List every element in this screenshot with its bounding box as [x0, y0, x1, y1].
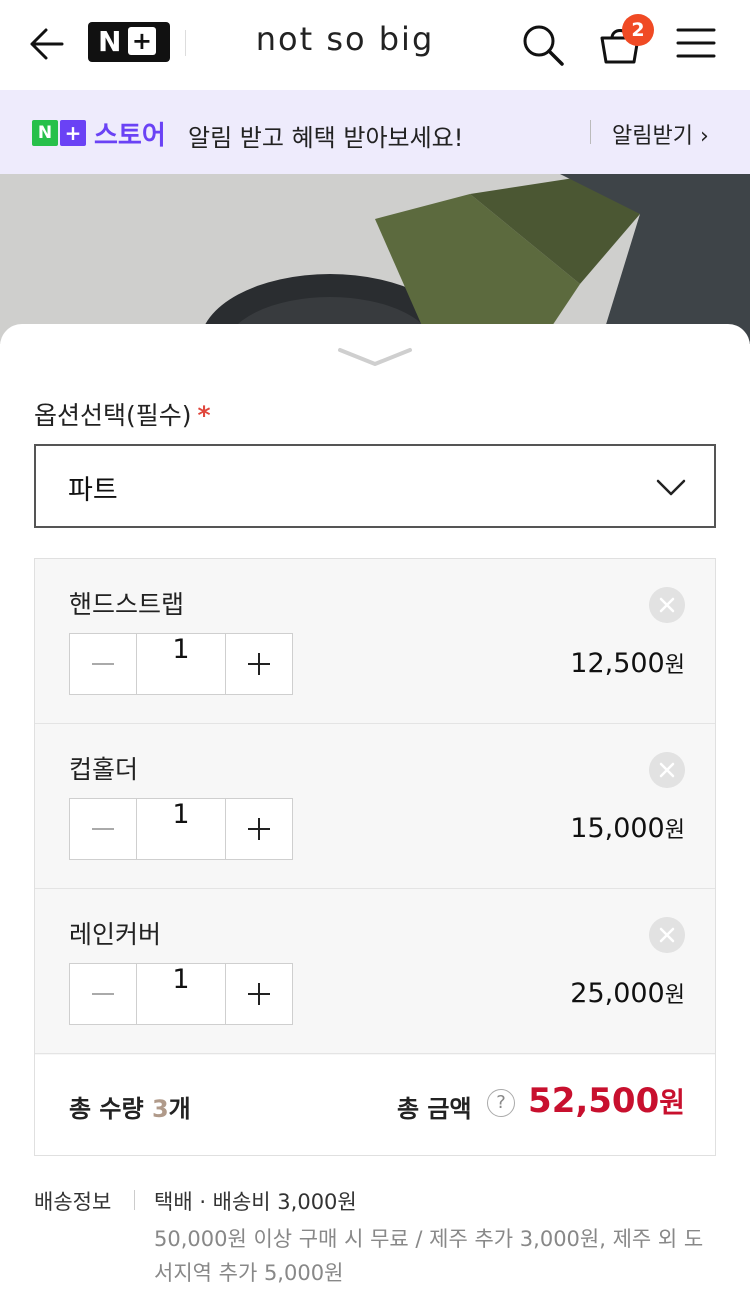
product-photo: [0, 174, 750, 344]
menu-icon[interactable]: [676, 26, 716, 60]
selected-option-item: 핸드스트랩 1 12,500원: [35, 559, 715, 724]
plus-icon: [248, 818, 270, 840]
selected-options-list: 핸드스트랩 1 12,500원 컵홀더 1 15,000원 레인커버 1 25,…: [34, 558, 716, 1156]
selected-option-item: 레인커버 1 25,000원: [35, 889, 715, 1054]
back-arrow-icon[interactable]: [24, 24, 68, 64]
increase-button[interactable]: [226, 799, 292, 859]
shipping-divider: [134, 1190, 135, 1210]
option-item-name: 레인커버: [69, 920, 162, 949]
option-dropdown-value: 파트: [68, 475, 118, 506]
decrease-button[interactable]: [70, 634, 136, 694]
chevron-down-icon: [656, 479, 686, 496]
remove-option-icon[interactable]: [649, 587, 685, 623]
total-amount-label: 총 금액: [397, 1095, 472, 1123]
shipping-conditions: 50,000원 이상 구매 시 무료 / 제주 추가 3,000원, 제주 외 …: [154, 1227, 704, 1285]
minus-icon: [92, 663, 114, 665]
shipping-info-label: 배송정보: [34, 1190, 112, 1214]
plus-icon: [248, 653, 270, 675]
option-bottom-sheet: 옵션선택(필수) * 파트 핸드스트랩 1 12,500원 컵홀더 1 15,0…: [0, 324, 750, 1308]
quantity-value[interactable]: 1: [136, 964, 226, 1024]
naver-plus-logo[interactable]: N +: [88, 22, 170, 62]
shipping-fee: 택배 · 배송비 3,000원: [154, 1190, 357, 1214]
top-header: N + not so big 2: [0, 0, 750, 90]
header-divider: [185, 30, 186, 56]
total-amount: 52,500원: [528, 1081, 685, 1121]
plus-icon: [248, 983, 270, 1005]
option-dropdown[interactable]: 파트: [34, 444, 716, 528]
store-alert-banner: N + 스토어 알림 받고 혜택 받아보세요! 알림받기 ›: [0, 90, 750, 174]
minus-icon: [92, 993, 114, 995]
quantity-stepper: 1: [69, 798, 293, 860]
minus-icon: [92, 828, 114, 830]
option-item-name: 핸드스트랩: [69, 590, 185, 619]
selected-option-item: 컵홀더 1 15,000원: [35, 724, 715, 889]
increase-button[interactable]: [226, 964, 292, 1024]
help-icon[interactable]: ?: [487, 1089, 515, 1117]
collapse-handle-icon[interactable]: [336, 344, 414, 370]
remove-option-icon[interactable]: [649, 752, 685, 788]
quantity-stepper: 1: [69, 633, 293, 695]
option-item-price: 25,000원: [570, 978, 685, 1009]
banner-message: 알림 받고 혜택 받아보세요!: [188, 124, 464, 152]
option-item-price: 15,000원: [570, 813, 685, 844]
total-quantity: 총 수량 3개: [69, 1095, 191, 1123]
store-name[interactable]: not so big: [200, 20, 490, 58]
naver-store-logo: N + 스토어: [32, 118, 166, 151]
quantity-stepper: 1: [69, 963, 293, 1025]
quantity-value[interactable]: 1: [136, 799, 226, 859]
product-photo-image: [0, 174, 750, 344]
search-icon[interactable]: [520, 22, 566, 68]
remove-option-icon[interactable]: [649, 917, 685, 953]
option-select-label: 옵션선택(필수) *: [34, 401, 211, 430]
increase-button[interactable]: [226, 634, 292, 694]
option-item-price: 12,500원: [570, 648, 685, 679]
subscribe-alerts-link[interactable]: 알림받기 ›: [612, 118, 709, 150]
order-total-row: 총 수량 3개 총 금액 ? 52,500원: [35, 1055, 715, 1155]
quantity-value[interactable]: 1: [136, 634, 226, 694]
banner-divider: [590, 120, 591, 144]
option-item-name: 컵홀더: [69, 755, 139, 784]
decrease-button[interactable]: [70, 964, 136, 1024]
cart-count-badge: 2: [622, 14, 654, 46]
decrease-button[interactable]: [70, 799, 136, 859]
